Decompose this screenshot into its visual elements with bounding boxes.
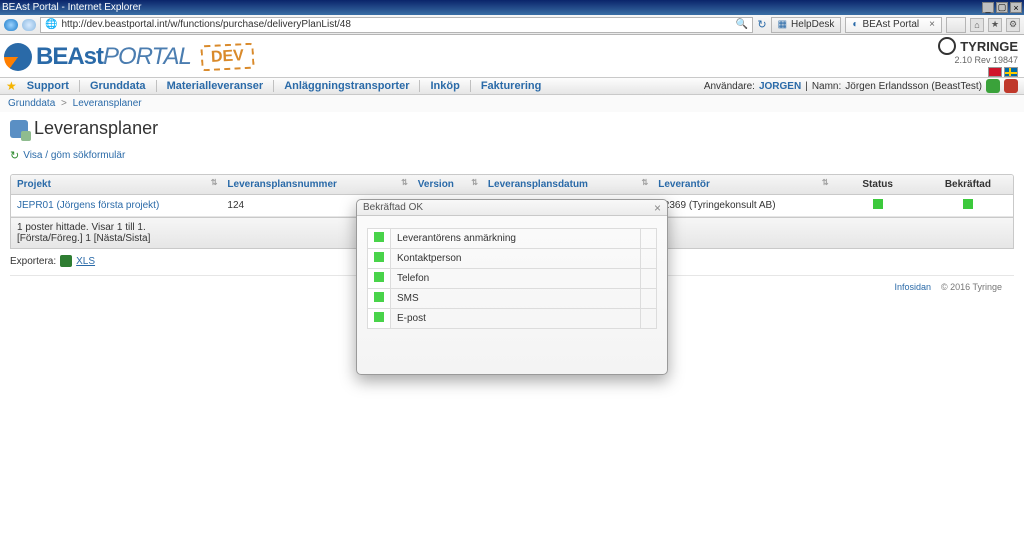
modal-row-label: Kontaktperson xyxy=(391,249,641,269)
window-minimize-button[interactable]: _ xyxy=(982,2,994,13)
modal-row: E-post xyxy=(368,309,657,329)
forward-button-icon[interactable] xyxy=(22,19,36,31)
browser-tab-helpdesk[interactable]: ▦ HelpDesk xyxy=(771,17,842,33)
menu-materialleveranser[interactable]: Materialleveranser xyxy=(167,80,264,92)
col-lpnr[interactable]: Leveransplansnummer⇅ xyxy=(221,175,411,195)
row-status-icon xyxy=(374,252,384,262)
col-leverantor[interactable]: Leverantör⇅ xyxy=(652,175,832,195)
tyringe-name: TYRINGE xyxy=(938,37,1018,55)
status-green-icon[interactable] xyxy=(986,79,1000,93)
col-lpdatum[interactable]: Leveransplansdatum⇅ xyxy=(482,175,652,195)
row-status-icon xyxy=(374,312,384,322)
tab-favicon-helpdesk-icon: ▦ xyxy=(778,19,787,30)
tools-icon[interactable]: ⚙ xyxy=(1006,18,1020,32)
browser-tab-beast[interactable]: ◐ BEAst Portal × xyxy=(845,17,942,33)
name-label: Namn: xyxy=(812,81,841,92)
bekraftad-indicator-icon[interactable] xyxy=(963,199,973,209)
beast-logo: BEAstPORTAL DEV xyxy=(4,43,254,71)
modal-close-icon[interactable]: × xyxy=(654,201,661,215)
user-value: JORGEN xyxy=(759,81,801,92)
tyringe-brand: TYRINGE 2.10 Rev 19847 xyxy=(938,37,1018,77)
breadcrumb: Grunddata > Leveransplaner xyxy=(0,95,1024,112)
col-version[interactable]: Version⇅ xyxy=(412,175,482,195)
window-buttons: _ ▢ × xyxy=(982,2,1022,13)
menu-fakturering[interactable]: Fakturering xyxy=(481,80,542,92)
crumb-leveransplaner[interactable]: Leveransplaner xyxy=(73,98,142,109)
version-label: 2.10 Rev 19847 xyxy=(938,55,1018,65)
status-indicator-icon xyxy=(873,199,883,209)
cell-leverantor: 12369 (Tyringekonsult AB) xyxy=(652,195,832,217)
home-icon[interactable]: ⌂ xyxy=(970,18,984,32)
modal-title: Bekräftad OK xyxy=(363,202,423,213)
modal-row-label: SMS xyxy=(391,289,641,309)
infosidan-link[interactable]: Infosidan xyxy=(894,282,931,292)
col-bekraftad[interactable]: Bekräftad xyxy=(923,175,1013,195)
dev-badge: DEV xyxy=(200,43,254,72)
row-status-icon xyxy=(374,292,384,302)
tab-favicon-beast-icon: ◐ xyxy=(852,19,858,30)
modal-titlebar[interactable]: Bekräftad OK × xyxy=(357,200,667,216)
col-status[interactable]: Status xyxy=(833,175,923,195)
window-maximize-button[interactable]: ▢ xyxy=(996,2,1008,13)
search-mag-icon[interactable]: 🔍 xyxy=(736,19,748,30)
flag-se-icon[interactable] xyxy=(1004,67,1018,77)
main-menu: ★ Support Grunddata Materialleveranser A… xyxy=(0,77,1024,95)
url-text: http://dev.beastportal.int/w/functions/p… xyxy=(61,19,735,30)
modal-table: Leverantörens anmärkning Kontaktperson T… xyxy=(367,228,657,329)
menu-star-icon[interactable]: ★ xyxy=(6,79,17,93)
tab-label: HelpDesk xyxy=(791,19,834,30)
address-bar[interactable]: 🌐 http://dev.beastportal.int/w/functions… xyxy=(40,17,753,33)
col-projekt[interactable]: Projekt⇅ xyxy=(11,175,221,195)
menu-anlaggning[interactable]: Anläggningstransporter xyxy=(284,80,409,92)
pager-nextlast[interactable]: [Nästa/Sista] xyxy=(94,233,151,244)
modal-bekraftad: Bekräftad OK × Leverantörens anmärkning … xyxy=(356,199,668,375)
flag-uk-icon[interactable] xyxy=(988,67,1002,77)
modal-row-label: Leverantörens anmärkning xyxy=(391,229,641,249)
modal-row: SMS xyxy=(368,289,657,309)
page-title: Leveransplaner xyxy=(10,118,1014,139)
crumb-grunddata[interactable]: Grunddata xyxy=(8,98,55,109)
browser-toolbar: 🌐 http://dev.beastportal.int/w/functions… xyxy=(0,15,1024,35)
pager-page: 1 xyxy=(85,233,91,244)
xls-icon[interactable] xyxy=(60,255,72,267)
back-button-icon[interactable] xyxy=(4,19,18,31)
menu-grunddata[interactable]: Grunddata xyxy=(90,80,146,92)
modal-row: Kontaktperson xyxy=(368,249,657,269)
user-label: Användare: xyxy=(704,81,755,92)
name-value: Jörgen Erlandsson (BeastTest) xyxy=(845,81,982,92)
row-status-icon xyxy=(374,272,384,282)
toggle-search-link[interactable]: Visa / göm sökformulär xyxy=(10,149,1014,162)
row-status-icon xyxy=(374,232,384,242)
menu-support[interactable]: Support xyxy=(27,80,69,92)
new-tab-button[interactable] xyxy=(946,17,966,33)
export-label: Exportera: xyxy=(10,256,56,267)
modal-row: Leverantörens anmärkning xyxy=(368,229,657,249)
export-xls-link[interactable]: XLS xyxy=(76,256,95,267)
tab-label: BEAst Portal xyxy=(862,19,919,30)
copyright: © 2016 Tyringe xyxy=(941,282,1002,292)
window-title: BEAst Portal - Internet Explorer xyxy=(2,2,142,13)
menu-inkop[interactable]: Inköp xyxy=(430,80,459,92)
globe-icon: 🌐 xyxy=(45,19,57,30)
logo-swirl-icon xyxy=(4,43,32,71)
modal-row-label: Telefon xyxy=(391,269,641,289)
logo-text: BEAstPORTAL xyxy=(36,43,191,71)
pager-firstprev[interactable]: [Första/Föreg.] xyxy=(17,233,83,244)
window-close-button[interactable]: × xyxy=(1010,2,1022,13)
header: BEAstPORTAL DEV TYRINGE 2.10 Rev 19847 xyxy=(0,35,1024,77)
window-titlebar: BEAst Portal - Internet Explorer _ ▢ × xyxy=(0,0,1024,15)
modal-row: Telefon xyxy=(368,269,657,289)
logout-icon[interactable] xyxy=(1004,79,1018,93)
tab-close-icon[interactable]: × xyxy=(929,19,935,30)
modal-row-label: E-post xyxy=(391,309,641,329)
cell-projekt[interactable]: JEPR01 (Jörgens första projekt) xyxy=(17,200,159,211)
refresh-icon[interactable]: ↻ xyxy=(757,18,766,31)
crumb-sep: > xyxy=(61,98,67,109)
page-title-icon xyxy=(10,120,28,138)
favorites-icon[interactable]: ★ xyxy=(988,18,1002,32)
